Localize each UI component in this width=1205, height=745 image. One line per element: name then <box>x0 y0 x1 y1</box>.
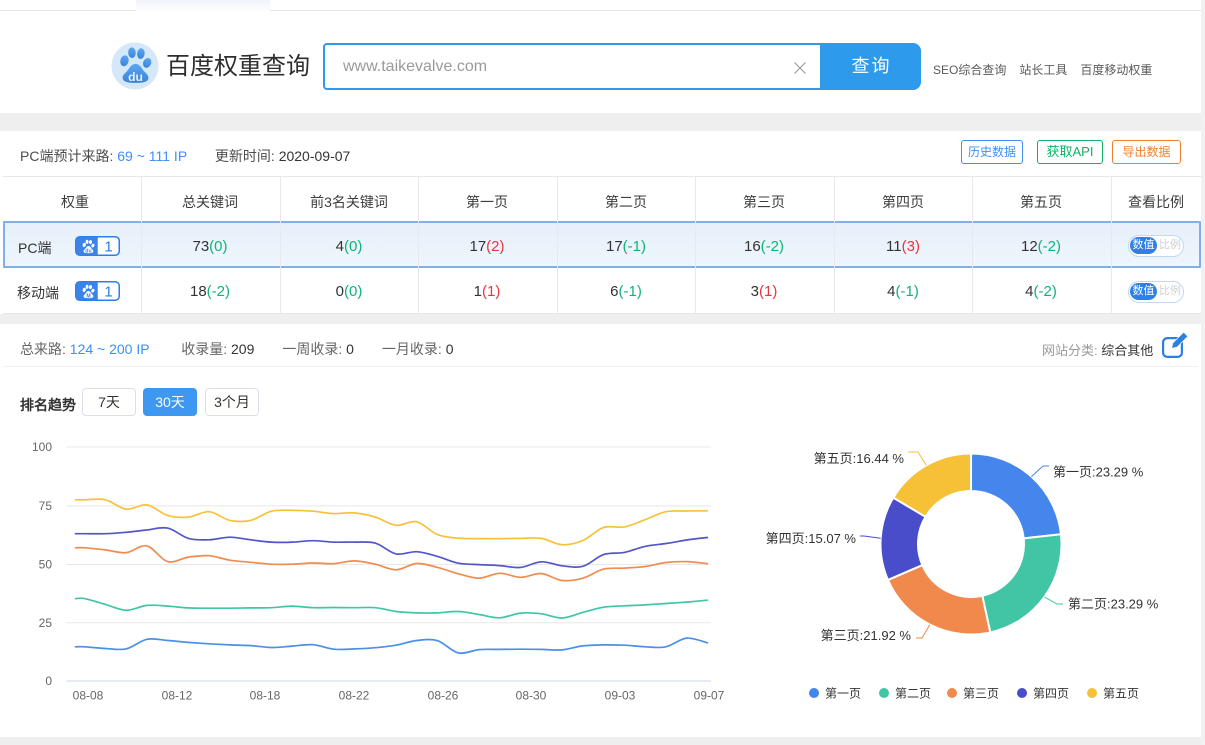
svg-text:第五页:16.44 %: 第五页:16.44 % <box>814 451 905 466</box>
svg-text:第四页:15.07 %: 第四页:15.07 % <box>766 531 857 546</box>
svg-text:50: 50 <box>39 558 53 572</box>
svg-text:09-03: 09-03 <box>605 689 636 703</box>
svg-text:100: 100 <box>32 440 52 454</box>
svg-text:第一页: 第一页 <box>825 686 861 700</box>
svg-text:第二页: 第二页 <box>895 686 931 700</box>
svg-text:第一页:23.29 %: 第一页:23.29 % <box>1053 465 1144 480</box>
svg-text:第四页: 第四页 <box>1033 686 1069 700</box>
svg-text:08-22: 08-22 <box>339 689 370 703</box>
svg-text:08-12: 08-12 <box>162 689 193 703</box>
svg-text:09-07: 09-07 <box>694 689 725 703</box>
svg-text:08-26: 08-26 <box>428 689 459 703</box>
svg-text:75: 75 <box>39 499 53 513</box>
svg-text:08-30: 08-30 <box>516 689 547 703</box>
svg-text:第五页: 第五页 <box>1103 686 1139 700</box>
svg-text:08-08: 08-08 <box>73 689 104 703</box>
svg-text:第二页:23.29 %: 第二页:23.29 % <box>1068 597 1159 612</box>
svg-text:第三页:21.92 %: 第三页:21.92 % <box>821 628 912 643</box>
svg-text:第三页: 第三页 <box>963 686 999 700</box>
svg-text:25: 25 <box>39 616 53 630</box>
svg-text:08-18: 08-18 <box>250 689 281 703</box>
svg-text:0: 0 <box>45 674 52 688</box>
